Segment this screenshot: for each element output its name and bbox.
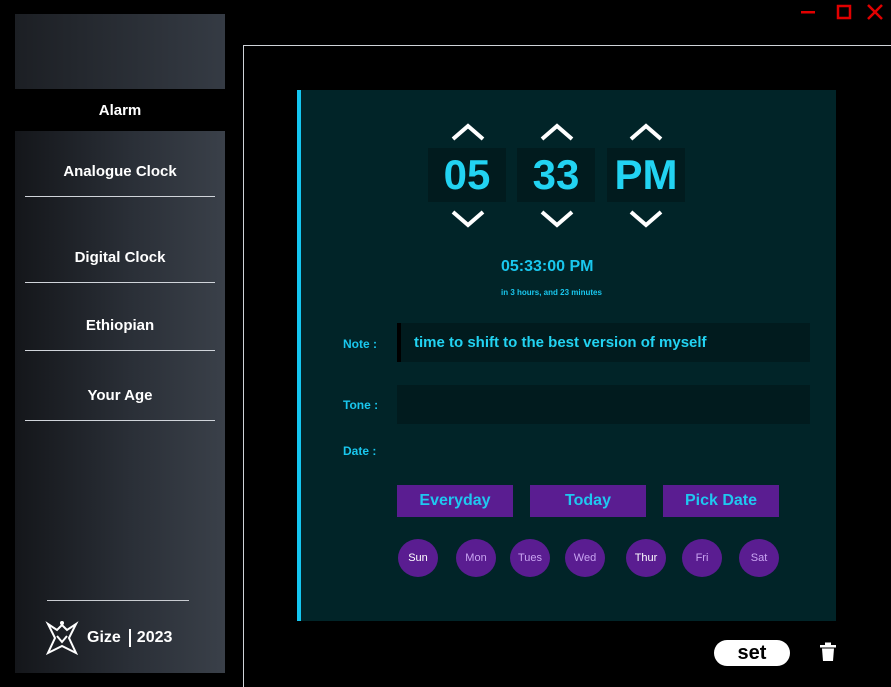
day-label: Mon (465, 552, 487, 564)
date-label: Date : (343, 444, 377, 458)
day-sun[interactable]: Sun (398, 539, 438, 577)
set-label: set (737, 641, 767, 664)
sidebar-header (15, 14, 225, 89)
pick-date-label: Pick Date (684, 492, 758, 509)
app-window: Alarm Analogue Clock Digital Clock Ethio… (0, 0, 891, 687)
day-label: Sat (750, 552, 768, 564)
hour-up-icon[interactable] (450, 122, 486, 142)
trash-icon[interactable] (819, 642, 837, 662)
sidebar-item-label: Ethiopian (85, 317, 155, 334)
gize-logo-icon (45, 621, 79, 656)
close-button[interactable] (866, 4, 884, 20)
sidebar-item-label: Alarm (98, 101, 142, 119)
day-wed[interactable]: Wed (565, 539, 605, 577)
period-down-icon[interactable] (628, 208, 664, 230)
sidebar-item-digital-clock[interactable]: Digital Clock (25, 233, 215, 283)
day-label: Wed (573, 552, 597, 564)
minimize-icon (801, 11, 815, 14)
minute-down-icon[interactable] (539, 208, 575, 230)
note-input[interactable]: time to shift to the best version of mys… (397, 323, 810, 362)
sidebar-item-label: Your Age (87, 387, 153, 404)
sidebar-item-label: Digital Clock (74, 249, 166, 266)
minute-up-icon[interactable] (539, 122, 575, 142)
note-value: time to shift to the best version of mys… (414, 334, 707, 351)
sidebar-item-your-age[interactable]: Your Age (25, 371, 215, 421)
sidebar-item-analogue-clock[interactable]: Analogue Clock (25, 147, 215, 197)
pick-date-button[interactable]: Pick Date (663, 485, 779, 517)
sidebar-item-ethiopian[interactable]: Ethiopian (25, 301, 215, 351)
brand-year: 2023 (136, 629, 173, 646)
everyday-label: Everyday (419, 492, 491, 509)
tone-input[interactable] (397, 385, 810, 424)
tone-label: Tone : (343, 398, 379, 412)
note-label: Note : (343, 337, 377, 351)
today-button[interactable]: Today (530, 485, 646, 517)
minimize-button[interactable] (800, 4, 816, 20)
maximize-icon (836, 4, 852, 20)
day-thur[interactable]: Thur (626, 539, 666, 577)
minute-display: 33 (517, 148, 595, 202)
day-fri[interactable]: Fri (682, 539, 722, 577)
sidebar: Alarm Analogue Clock Digital Clock Ethio… (15, 14, 225, 673)
maximize-button[interactable] (836, 4, 852, 20)
sidebar-divider (47, 600, 189, 601)
day-sat[interactable]: Sat (739, 539, 779, 577)
everyday-button[interactable]: Everyday (397, 485, 513, 517)
time-remaining: in 3 hours, and 23 minutes (501, 288, 602, 297)
brand-name: Gize (87, 629, 121, 646)
day-mon[interactable]: Mon (456, 539, 496, 577)
hour-display: 05 (428, 148, 506, 202)
period-up-icon[interactable] (628, 122, 664, 142)
brand: Gize 2023 (45, 620, 172, 656)
period-value: PM (614, 151, 678, 198)
brand-divider (128, 629, 131, 647)
hour-down-icon[interactable] (450, 208, 486, 230)
close-icon (867, 4, 883, 20)
sidebar-item-alarm[interactable]: Alarm (15, 89, 225, 131)
day-label: Thur (634, 552, 658, 564)
period-display: PM (607, 148, 685, 202)
day-tues[interactable]: Tues (510, 539, 550, 577)
day-label: Fri (695, 552, 709, 564)
day-label: Tues (517, 552, 543, 564)
hour-value: 05 (443, 151, 491, 198)
minute-value: 33 (532, 151, 580, 198)
sidebar-item-label: Analogue Clock (63, 163, 177, 180)
alarm-time-readout: 05:33:00 PM (501, 258, 594, 275)
set-button[interactable]: set (714, 640, 790, 666)
day-label: Sun (408, 552, 428, 564)
today-label: Today (565, 492, 611, 509)
